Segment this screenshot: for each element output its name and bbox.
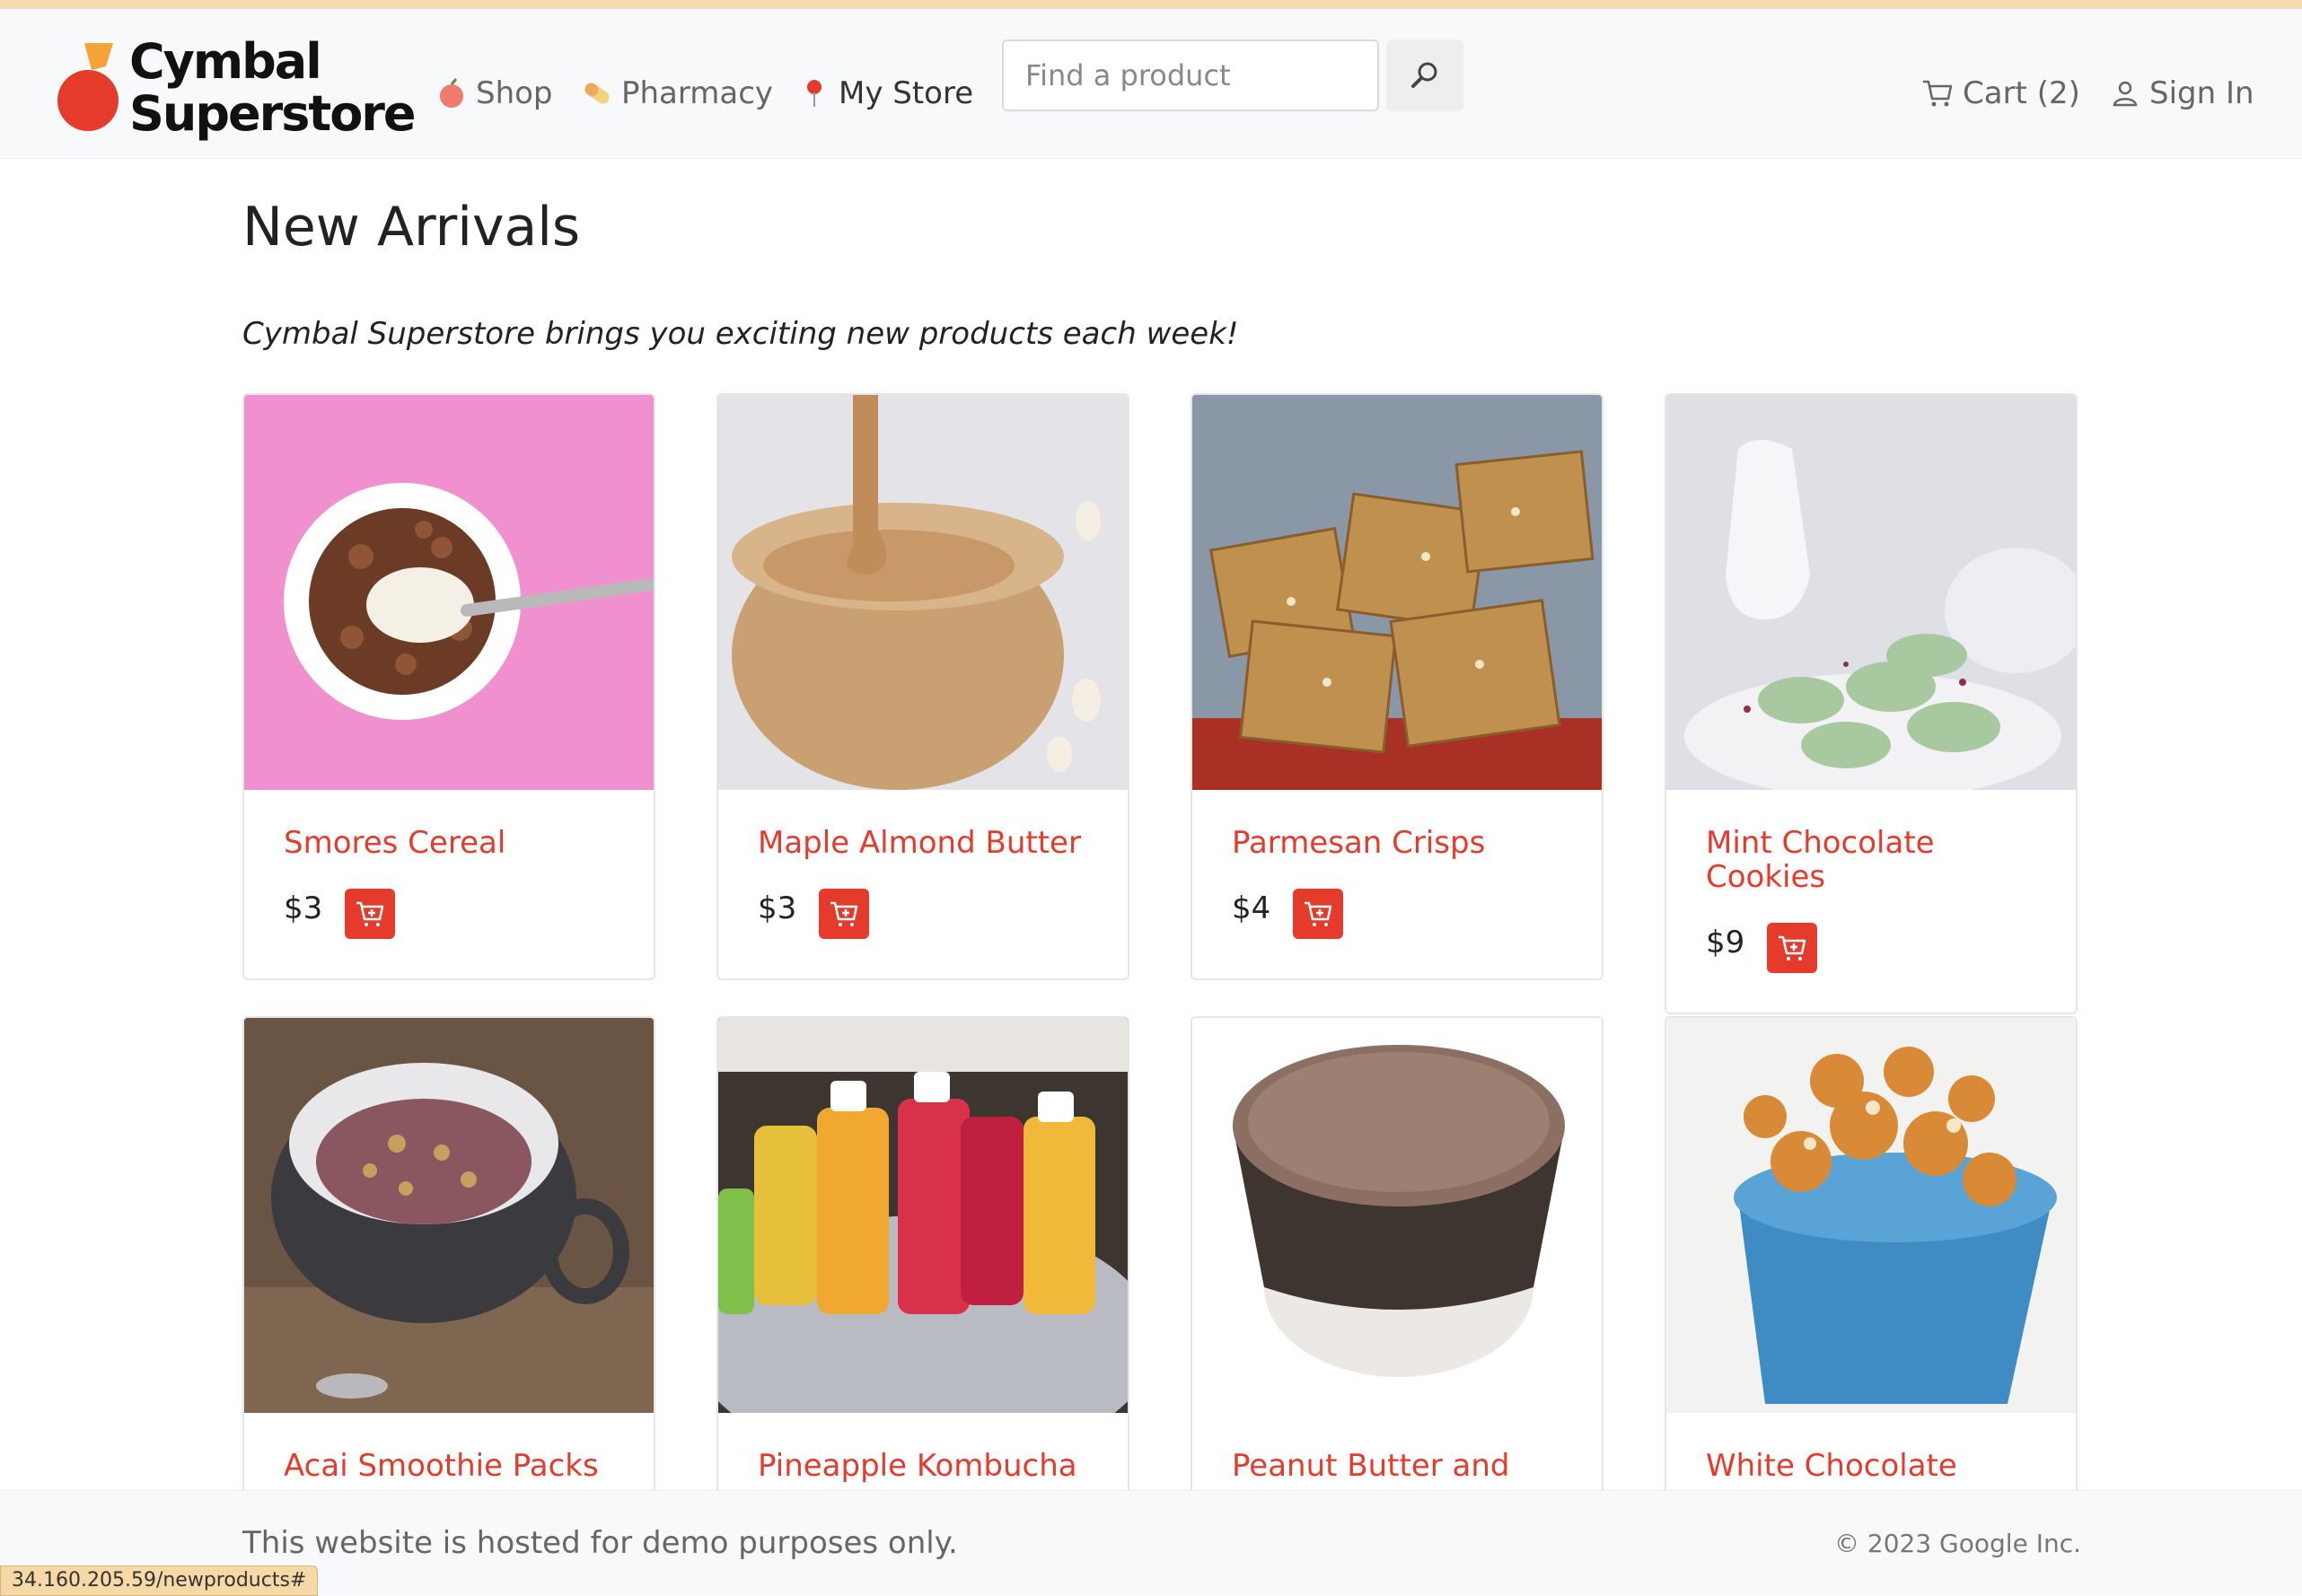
product-image[interactable] bbox=[1192, 395, 1602, 790]
apple-logo-icon bbox=[57, 43, 119, 131]
brand-line-1: Cymbal bbox=[129, 33, 322, 90]
pill-icon bbox=[584, 83, 610, 104]
product-card[interactable]: Maple Almond Butter $3 bbox=[716, 393, 1129, 980]
search-button[interactable] bbox=[1386, 39, 1463, 111]
page-intro: Cymbal Superstore brings you exciting ne… bbox=[242, 316, 1239, 352]
search-input[interactable] bbox=[1002, 39, 1379, 111]
product-price: $3 bbox=[758, 890, 797, 926]
sign-in-link[interactable]: Sign In bbox=[2110, 68, 2254, 118]
product-image[interactable] bbox=[718, 1018, 1128, 1413]
map-pin-icon bbox=[807, 80, 822, 107]
product-card[interactable]: Mint Chocolate Cookies $9 bbox=[1665, 393, 2078, 1014]
product-card[interactable]: Parmesan Crisps $4 bbox=[1191, 393, 1603, 980]
brand-name: Cymbal Superstore bbox=[129, 33, 417, 142]
add-to-cart-icon bbox=[1305, 901, 1332, 926]
nav-my-store-label: My Store bbox=[839, 75, 974, 111]
product-card[interactable]: Acai Smoothie Packs bbox=[242, 1016, 655, 1555]
cart-label: Cart (2) bbox=[1963, 75, 2080, 111]
product-price: $4 bbox=[1232, 890, 1271, 926]
cart-icon bbox=[1923, 80, 1953, 107]
brand-line-2: Superstore bbox=[129, 85, 417, 142]
product-card[interactable]: Pineapple Kombucha bbox=[716, 1016, 1129, 1555]
cart-link[interactable]: Cart (2) bbox=[1921, 68, 2080, 118]
footer-disclaimer: This website is hosted for demo purposes… bbox=[242, 1525, 958, 1561]
product-price: $9 bbox=[1706, 925, 1745, 960]
add-to-cart-icon bbox=[830, 901, 858, 926]
product-image[interactable] bbox=[1666, 395, 2076, 790]
sign-in-label: Sign In bbox=[2149, 75, 2254, 111]
product-name[interactable]: Mint Chocolate Cookies bbox=[1706, 826, 2047, 894]
product-image[interactable] bbox=[718, 395, 1128, 790]
nav-pharmacy-label: Pharmacy bbox=[621, 75, 774, 111]
user-icon bbox=[2113, 81, 2138, 107]
brand-logo[interactable]: Cymbal Superstore bbox=[57, 32, 417, 145]
add-to-cart-button[interactable] bbox=[345, 889, 395, 939]
product-price: $3 bbox=[284, 890, 323, 926]
page-title: New Arrivals bbox=[242, 196, 581, 259]
product-name[interactable]: White Chocolate bbox=[1706, 1449, 2047, 1483]
add-to-cart-icon bbox=[356, 901, 384, 926]
apple-icon bbox=[440, 78, 463, 108]
product-name[interactable]: Peanut Butter and bbox=[1232, 1449, 1573, 1483]
product-name[interactable]: Smores Cereal bbox=[284, 826, 625, 860]
nav-pharmacy[interactable]: Pharmacy bbox=[580, 68, 773, 118]
footer-copyright: © 2023 Google Inc. bbox=[1834, 1529, 2081, 1558]
nav-shop[interactable]: Shop bbox=[435, 68, 553, 118]
add-to-cart-button[interactable] bbox=[819, 889, 869, 939]
browser-top-strip bbox=[0, 0, 2302, 9]
product-image[interactable] bbox=[1666, 1018, 2076, 1413]
product-image[interactable] bbox=[244, 1018, 654, 1413]
product-name[interactable]: Acai Smoothie Packs bbox=[284, 1449, 625, 1483]
product-card[interactable]: Peanut Butter and bbox=[1191, 1016, 1603, 1555]
site-footer: This website is hosted for demo purposes… bbox=[0, 1490, 2302, 1595]
product-name[interactable]: Maple Almond Butter bbox=[758, 826, 1099, 860]
nav-my-store[interactable]: My Store bbox=[797, 68, 973, 118]
add-to-cart-button[interactable] bbox=[1293, 889, 1343, 939]
product-image[interactable] bbox=[1192, 1018, 1602, 1413]
nav-shop-label: Shop bbox=[476, 75, 553, 111]
product-name[interactable]: Pineapple Kombucha bbox=[758, 1449, 1099, 1483]
product-name[interactable]: Parmesan Crisps bbox=[1232, 826, 1573, 860]
add-to-cart-button[interactable] bbox=[1767, 923, 1817, 973]
search-icon bbox=[1411, 62, 1437, 88]
product-card[interactable]: White Chocolate bbox=[1665, 1016, 2078, 1555]
product-card[interactable]: Smores Cereal $3 bbox=[242, 393, 655, 980]
add-to-cart-icon bbox=[1779, 935, 1806, 960]
site-header: Cymbal Superstore Shop Pharmacy My Store bbox=[0, 9, 2302, 159]
browser-status-url: 34.160.205.59/newproducts# bbox=[0, 1565, 319, 1596]
product-image[interactable] bbox=[244, 395, 654, 790]
